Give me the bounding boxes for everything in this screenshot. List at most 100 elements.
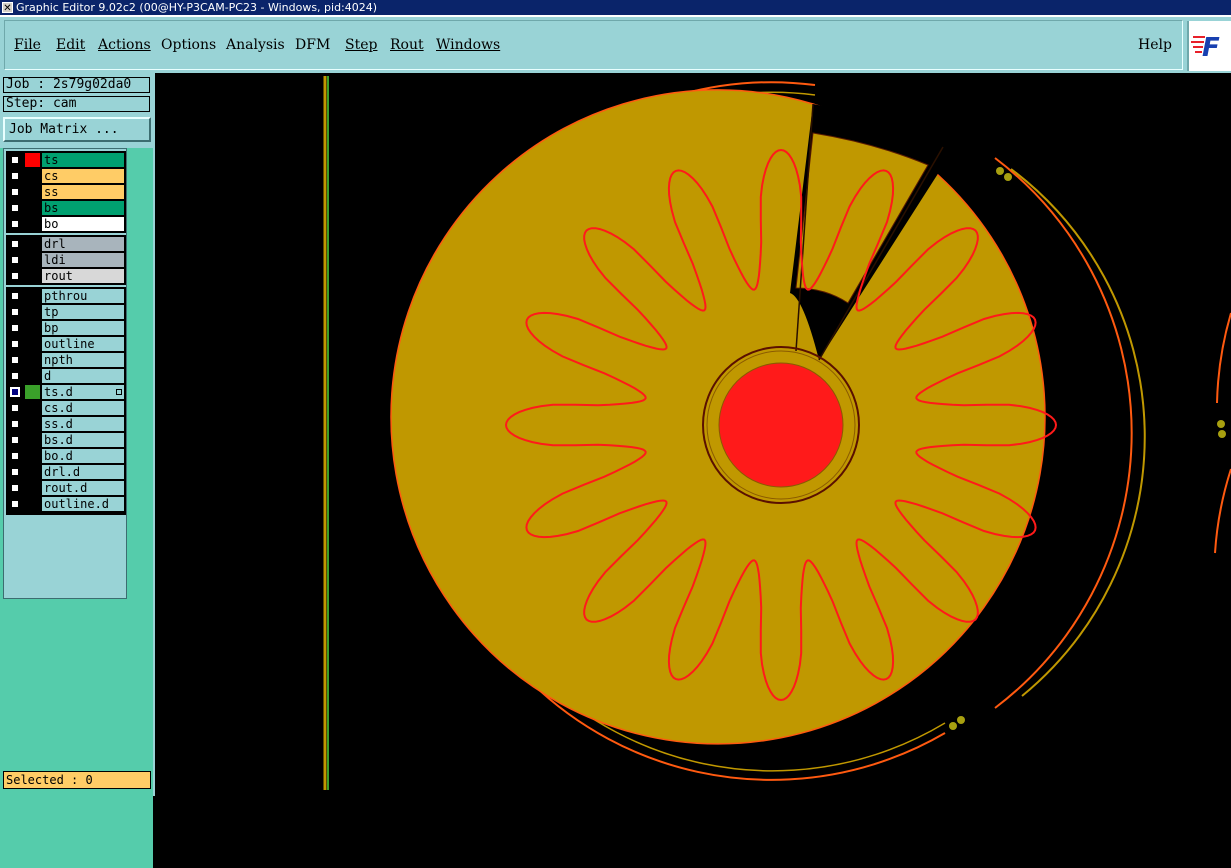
layer-row-npth[interactable]: npth bbox=[7, 352, 125, 368]
layer-row-bs-d[interactable]: bs.d bbox=[7, 432, 125, 448]
layer-checkbox[interactable] bbox=[10, 403, 20, 413]
layer-row-bs[interactable]: bs bbox=[7, 200, 125, 216]
layer-name[interactable]: bo.d bbox=[42, 449, 124, 463]
layer-row-ts[interactable]: ts bbox=[7, 152, 125, 168]
layer-name[interactable]: drl.d bbox=[42, 465, 124, 479]
layer-name[interactable]: outline bbox=[42, 337, 124, 351]
layer-row-outline-d[interactable]: outline.d bbox=[7, 496, 125, 512]
layer-name[interactable]: rout bbox=[42, 269, 124, 283]
layer-color-swatch[interactable] bbox=[25, 481, 40, 495]
layer-color-swatch[interactable] bbox=[25, 385, 40, 399]
layer-color-swatch[interactable] bbox=[25, 153, 40, 167]
layer-checkbox[interactable] bbox=[10, 171, 20, 181]
layer-color-swatch[interactable] bbox=[25, 305, 40, 319]
menu-file[interactable]: File bbox=[14, 37, 41, 53]
layer-row-rout[interactable]: rout bbox=[7, 268, 125, 284]
layer-name[interactable]: bp bbox=[42, 321, 124, 335]
layer-name[interactable]: ts bbox=[42, 153, 124, 167]
layer-color-swatch[interactable] bbox=[25, 169, 40, 183]
job-matrix-button[interactable]: Job Matrix ... bbox=[3, 117, 151, 142]
layer-name[interactable]: ldi bbox=[42, 253, 124, 267]
layer-color-swatch[interactable] bbox=[25, 201, 40, 215]
layer-color-swatch[interactable] bbox=[25, 289, 40, 303]
layer-checkbox[interactable] bbox=[10, 255, 20, 265]
menu-edit[interactable]: Edit bbox=[56, 37, 85, 53]
layer-name[interactable]: bo bbox=[42, 217, 124, 231]
layer-row-cs-d[interactable]: cs.d bbox=[7, 400, 125, 416]
layer-row-bo-d[interactable]: bo.d bbox=[7, 448, 125, 464]
layer-name[interactable]: cs bbox=[42, 169, 124, 183]
layer-checkbox[interactable] bbox=[10, 219, 20, 229]
layer-row-ss[interactable]: ss bbox=[7, 184, 125, 200]
layer-name[interactable]: drl bbox=[42, 237, 124, 251]
layer-color-swatch[interactable] bbox=[25, 337, 40, 351]
layer-row-ts-d[interactable]: ts.d bbox=[7, 384, 125, 400]
menu-analysis[interactable]: Analysis bbox=[226, 37, 285, 53]
layer-color-swatch[interactable] bbox=[25, 417, 40, 431]
layer-name[interactable]: ts.d bbox=[42, 385, 124, 399]
menu-rout[interactable]: Rout bbox=[390, 37, 424, 53]
layer-name[interactable]: tp bbox=[42, 305, 124, 319]
layer-name[interactable]: bs.d bbox=[42, 433, 124, 447]
layer-checkbox[interactable] bbox=[10, 387, 20, 397]
layer-name[interactable]: d bbox=[42, 369, 124, 383]
menu-step[interactable]: Step bbox=[345, 37, 377, 53]
layer-color-swatch[interactable] bbox=[25, 185, 40, 199]
layer-name[interactable]: pthrou bbox=[42, 289, 124, 303]
layer-color-swatch[interactable] bbox=[25, 253, 40, 267]
layer-checkbox[interactable] bbox=[10, 203, 20, 213]
layer-checkbox[interactable] bbox=[10, 323, 20, 333]
layer-name[interactable]: ss.d bbox=[42, 417, 124, 431]
layer-name[interactable]: outline.d bbox=[42, 497, 124, 511]
graphic-canvas[interactable] bbox=[155, 73, 1231, 793]
menu-options[interactable]: Options bbox=[161, 37, 216, 53]
layer-row-drl-d[interactable]: drl.d bbox=[7, 464, 125, 480]
layer-checkbox[interactable] bbox=[10, 451, 20, 461]
layer-checkbox[interactable] bbox=[10, 339, 20, 349]
layer-checkbox[interactable] bbox=[10, 355, 20, 365]
layer-checkbox[interactable] bbox=[10, 307, 20, 317]
layer-checkbox[interactable] bbox=[10, 371, 20, 381]
layer-name[interactable]: npth bbox=[42, 353, 124, 367]
layer-name[interactable]: cs.d bbox=[42, 401, 124, 415]
menu-dfm[interactable]: DFM bbox=[295, 37, 330, 53]
layer-color-swatch[interactable] bbox=[25, 353, 40, 367]
menu-help[interactable]: Help bbox=[1138, 37, 1172, 53]
layer-checkbox[interactable] bbox=[10, 483, 20, 493]
menu-windows[interactable]: Windows bbox=[436, 37, 500, 53]
layer-row-d[interactable]: d bbox=[7, 368, 125, 384]
layer-row-tp[interactable]: tp bbox=[7, 304, 125, 320]
layer-row-rout-d[interactable]: rout.d bbox=[7, 480, 125, 496]
menu-actions[interactable]: Actions bbox=[98, 37, 151, 53]
layer-row-drl[interactable]: drl bbox=[7, 236, 125, 252]
layer-checkbox[interactable] bbox=[10, 499, 20, 509]
layer-color-swatch[interactable] bbox=[25, 497, 40, 511]
layer-row-bp[interactable]: bp bbox=[7, 320, 125, 336]
layer-color-swatch[interactable] bbox=[25, 465, 40, 479]
layer-color-swatch[interactable] bbox=[25, 237, 40, 251]
layer-color-swatch[interactable] bbox=[25, 269, 40, 283]
layer-checkbox[interactable] bbox=[10, 187, 20, 197]
layer-color-swatch[interactable] bbox=[25, 217, 40, 231]
layer-checkbox[interactable] bbox=[10, 271, 20, 281]
layer-row-ss-d[interactable]: ss.d bbox=[7, 416, 125, 432]
layer-row-bo[interactable]: bo bbox=[7, 216, 125, 232]
layer-color-swatch[interactable] bbox=[25, 449, 40, 463]
layer-color-swatch[interactable] bbox=[25, 433, 40, 447]
layer-checkbox[interactable] bbox=[10, 467, 20, 477]
layer-checkbox[interactable] bbox=[10, 419, 20, 429]
layer-row-cs[interactable]: cs bbox=[7, 168, 125, 184]
layer-row-pthrou[interactable]: pthrou bbox=[7, 288, 125, 304]
layer-checkbox[interactable] bbox=[10, 435, 20, 445]
layer-checkbox[interactable] bbox=[10, 239, 20, 249]
layer-checkbox[interactable] bbox=[10, 291, 20, 301]
layer-color-swatch[interactable] bbox=[25, 321, 40, 335]
layer-color-swatch[interactable] bbox=[25, 401, 40, 415]
layer-name[interactable]: ss bbox=[42, 185, 124, 199]
layer-checkbox[interactable] bbox=[10, 155, 20, 165]
layer-color-swatch[interactable] bbox=[25, 369, 40, 383]
layer-name[interactable]: rout.d bbox=[42, 481, 124, 495]
layer-row-ldi[interactable]: ldi bbox=[7, 252, 125, 268]
layer-name[interactable]: bs bbox=[42, 201, 124, 215]
canvas-svg[interactable] bbox=[155, 73, 1231, 793]
